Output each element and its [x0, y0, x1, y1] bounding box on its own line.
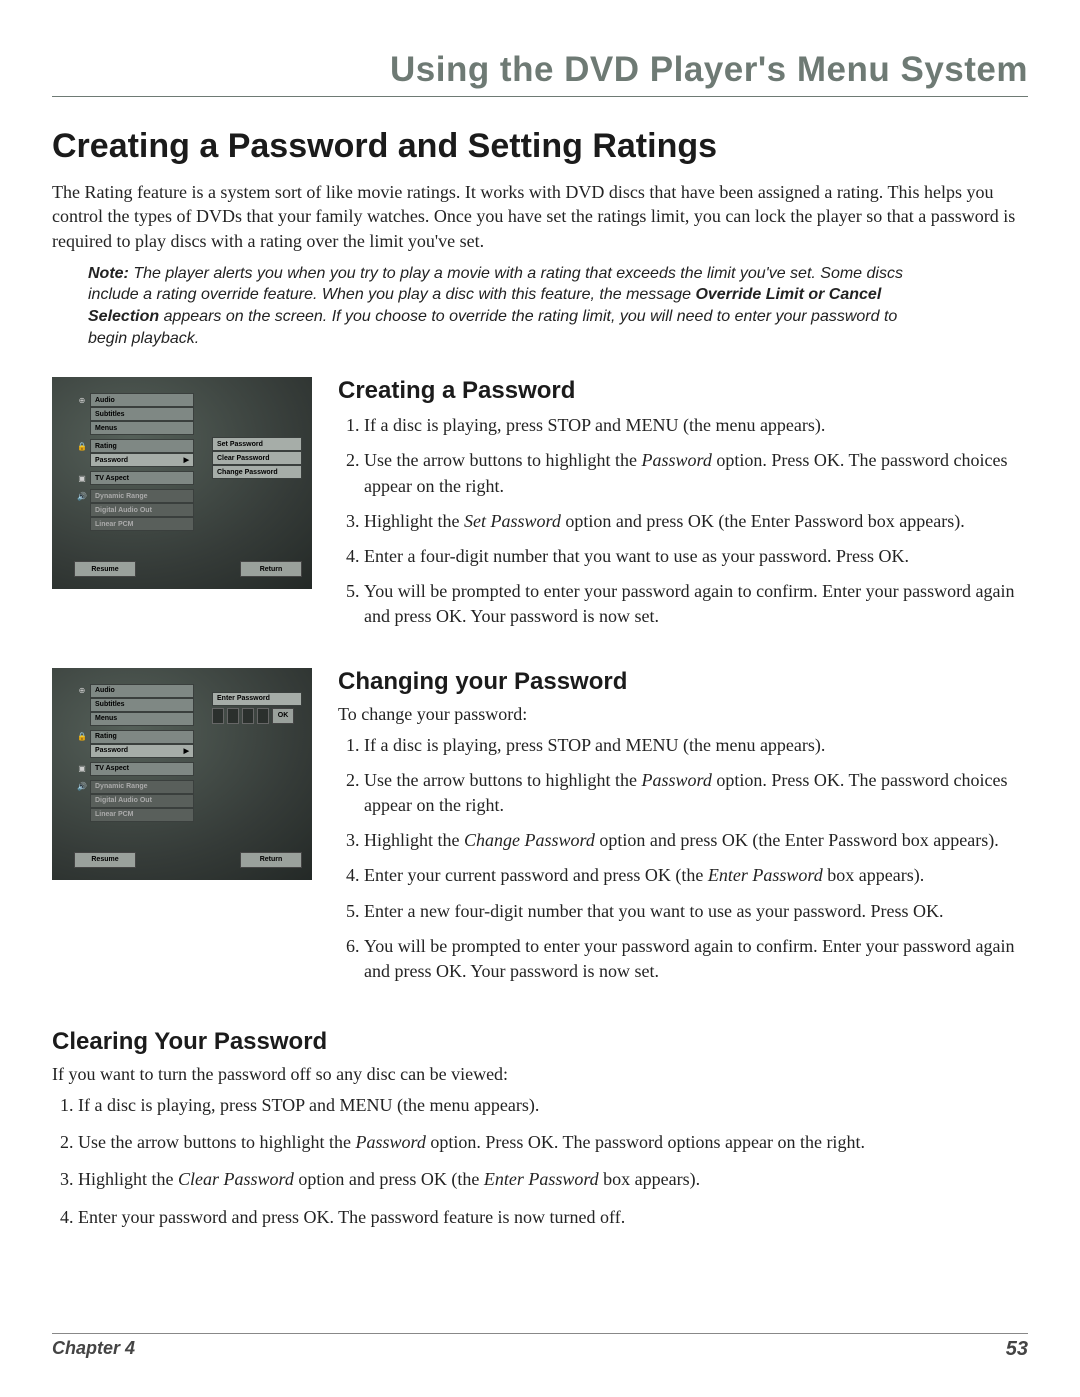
- pw-slot: [227, 708, 239, 724]
- globe-icon: ⊕: [74, 393, 90, 407]
- menu-item: Rating: [90, 730, 194, 744]
- return-button: Return: [240, 852, 302, 868]
- step: If a disc is playing, press STOP and MEN…: [78, 1093, 1028, 1118]
- submenu-option: Clear Password: [212, 451, 302, 465]
- menu-item: Digital Audio Out: [90, 503, 194, 517]
- menu-item: Audio: [90, 684, 194, 698]
- chapter-label: Chapter 4: [52, 1338, 135, 1359]
- step: Highlight the Change Password option and…: [364, 828, 1028, 853]
- note-text-2: appears on the screen. If you choose to …: [88, 308, 897, 347]
- dvd-screenshot-enter-password: ⊕Audio Subtitles Menus 🔒Rating Password▶…: [52, 668, 312, 995]
- submenu-option: Set Password: [212, 437, 302, 451]
- running-header: Using the DVD Player's Menu System: [52, 50, 1028, 97]
- section-creating-password: ⊕Audio Subtitles Menus 🔒Rating Password▶…: [52, 377, 1028, 639]
- menu-item: TV Aspect: [90, 762, 194, 776]
- steps-creating: If a disc is playing, press STOP and MEN…: [338, 413, 1028, 629]
- subheading-clearing: Clearing Your Password: [52, 1028, 1028, 1056]
- intro-paragraph: The Rating feature is a system sort of l…: [52, 180, 1028, 253]
- menu-item: Dynamic Range: [90, 780, 194, 794]
- clearing-intro: If you want to turn the password off so …: [52, 1064, 1028, 1085]
- menu-item: Linear PCM: [90, 517, 194, 531]
- submenu-option: Change Password: [212, 465, 302, 479]
- enter-password-box: OK: [212, 708, 302, 724]
- menu-item: Digital Audio Out: [90, 794, 194, 808]
- pw-slot: [242, 708, 254, 724]
- changing-intro: To change your password:: [338, 704, 1028, 725]
- section-changing-password: ⊕Audio Subtitles Menus 🔒Rating Password▶…: [52, 668, 1028, 995]
- resume-button: Resume: [74, 852, 136, 868]
- pw-slot: [257, 708, 269, 724]
- menu-item: Menus: [90, 712, 194, 726]
- menu-item: Menus: [90, 421, 194, 435]
- subheading-creating: Creating a Password: [338, 377, 1028, 405]
- step: Enter a four-digit number that you want …: [364, 544, 1028, 569]
- section-clearing-password: Clearing Your Password If you want to tu…: [52, 1028, 1028, 1230]
- return-button: Return: [240, 561, 302, 577]
- step: Use the arrow buttons to highlight the P…: [78, 1130, 1028, 1155]
- speaker-icon: 🔊: [74, 780, 90, 794]
- step: If a disc is playing, press STOP and MEN…: [364, 413, 1028, 438]
- step: If a disc is playing, press STOP and MEN…: [364, 733, 1028, 758]
- step: Highlight the Set Password option and pr…: [364, 509, 1028, 534]
- speaker-icon: 🔊: [74, 489, 90, 503]
- menu-item: Subtitles: [90, 698, 194, 712]
- ok-button: OK: [272, 708, 294, 724]
- page-number: 53: [1006, 1338, 1028, 1361]
- step: You will be prompted to enter your passw…: [364, 579, 1028, 629]
- step: Enter a new four-digit number that you w…: [364, 899, 1028, 924]
- menu-item: Audio: [90, 393, 194, 407]
- enter-password-label: Enter Password: [212, 692, 302, 706]
- tv-icon: ▣: [74, 471, 90, 485]
- note-label: Note:: [88, 265, 129, 282]
- menu-item: Dynamic Range: [90, 489, 194, 503]
- dvd-screenshot-set-password: ⊕Audio Subtitles Menus 🔒Rating Password▶…: [52, 377, 312, 639]
- tv-icon: ▣: [74, 762, 90, 776]
- step: Highlight the Clear Password option and …: [78, 1167, 1028, 1192]
- lock-icon: 🔒: [74, 439, 90, 453]
- menu-item: TV Aspect: [90, 471, 194, 485]
- step: Use the arrow buttons to highlight the P…: [364, 768, 1028, 818]
- step: Enter your password and press OK. The pa…: [78, 1205, 1028, 1230]
- menu-item: Subtitles: [90, 407, 194, 421]
- page-title: Creating a Password and Setting Ratings: [52, 127, 1028, 166]
- pw-slot: [212, 708, 224, 724]
- step: You will be prompted to enter your passw…: [364, 934, 1028, 984]
- manual-page: Using the DVD Player's Menu System Creat…: [0, 0, 1080, 1397]
- menu-item: Rating: [90, 439, 194, 453]
- steps-changing: If a disc is playing, press STOP and MEN…: [338, 733, 1028, 985]
- menu-item-password-selected: Password▶: [90, 453, 194, 467]
- globe-icon: ⊕: [74, 684, 90, 698]
- page-footer: Chapter 4 53: [52, 1333, 1028, 1361]
- menu-item-password-selected: Password▶: [90, 744, 194, 758]
- step: Enter your current password and press OK…: [364, 863, 1028, 888]
- note-block: Note: The player alerts you when you try…: [88, 263, 928, 349]
- subheading-changing: Changing your Password: [338, 668, 1028, 696]
- lock-icon: 🔒: [74, 730, 90, 744]
- resume-button: Resume: [74, 561, 136, 577]
- menu-item: Linear PCM: [90, 808, 194, 822]
- steps-clearing: If a disc is playing, press STOP and MEN…: [52, 1093, 1028, 1230]
- step: Use the arrow buttons to highlight the P…: [364, 448, 1028, 498]
